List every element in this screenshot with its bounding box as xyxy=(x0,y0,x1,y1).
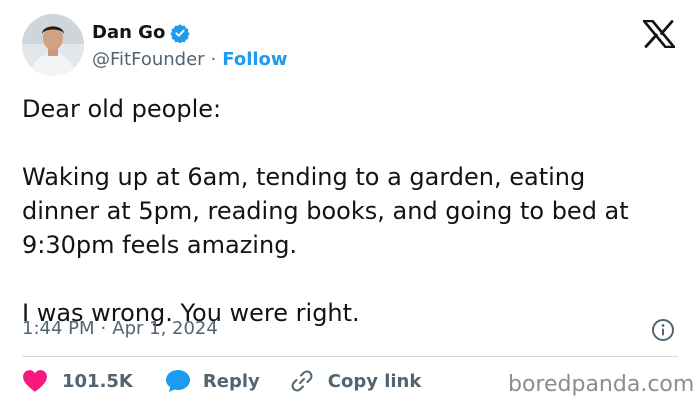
tweet-date[interactable]: Apr 1, 2024 xyxy=(112,318,218,339)
divider xyxy=(22,356,678,357)
separator-dot: · xyxy=(210,49,217,70)
copy-link-button[interactable]: Copy link xyxy=(290,369,422,393)
link-icon xyxy=(291,370,313,392)
reply-button[interactable]: Reply xyxy=(165,369,260,393)
like-count: 101.5K xyxy=(62,370,133,392)
author-handle-row: @FitFounder · Follow xyxy=(92,49,288,70)
avatar[interactable] xyxy=(22,14,84,76)
verified-badge-icon xyxy=(170,23,190,43)
author-handle[interactable]: @FitFounder xyxy=(92,49,205,70)
heart-icon xyxy=(23,370,47,392)
tweet-actions: 101.5K Reply Copy link xyxy=(22,369,421,393)
info-icon[interactable] xyxy=(651,318,675,342)
tweet-timestamp[interactable]: 1:44 PM · Apr 1, 2024 xyxy=(22,318,218,339)
x-logo-icon[interactable] xyxy=(643,20,675,48)
tweet-text: Dear old people: Waking up at 6am, tendi… xyxy=(22,95,629,327)
follow-button[interactable]: Follow xyxy=(222,49,287,70)
like-button[interactable]: 101.5K xyxy=(22,369,133,393)
watermark: boredpanda.com xyxy=(508,372,695,397)
reply-label: Reply xyxy=(202,370,260,392)
copy-link-label: Copy link xyxy=(327,370,422,392)
tweet-time[interactable]: 1:44 PM xyxy=(22,318,95,339)
separator-dot: · xyxy=(100,318,107,339)
reply-bubble-icon xyxy=(165,370,190,392)
author-name-row: Dan Go xyxy=(92,22,190,43)
author-name[interactable]: Dan Go xyxy=(92,22,165,43)
